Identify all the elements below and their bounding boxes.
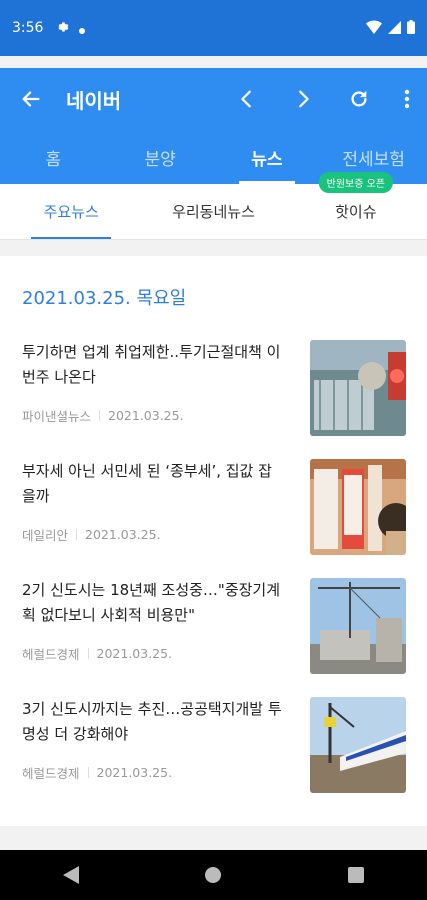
- more-vert-icon: [404, 89, 410, 109]
- news-item[interactable]: 2기 신도시는 18년째 조성중…"중장기계획 없다보니 사회적 비용만" 헤럴…: [22, 578, 406, 674]
- chevron-right-icon: [299, 90, 309, 108]
- status-bar: 3:56: [0, 0, 427, 56]
- system-recents-button[interactable]: [326, 850, 386, 900]
- news-source: 헤럴드경제: [22, 766, 80, 781]
- news-meta: 헤럴드경제 2021.03.25.: [22, 763, 172, 782]
- news-subtabs: 주요뉴스 우리동네뉴스 핫이슈 반원보증 오픈: [0, 172, 427, 240]
- subtab-local-news[interactable]: 우리동네뉴스: [142, 184, 284, 239]
- subtab-main-news[interactable]: 주요뉴스: [0, 184, 142, 239]
- news-title: 부자세 아닌 서민세 된 ‘종부세’, 집값 잡을까: [22, 462, 272, 505]
- news-thumbnail: [310, 459, 406, 555]
- app-bar: 네이버: [0, 68, 427, 130]
- battery-icon: [407, 19, 415, 38]
- news-meta: 파이낸셜뉴스 2021.03.25.: [22, 406, 184, 425]
- refresh-button[interactable]: [331, 68, 387, 130]
- square-recents-icon: [347, 867, 364, 883]
- system-home-button[interactable]: [183, 850, 243, 900]
- news-meta: 헤럴드경제 2021.03.25.: [22, 644, 172, 663]
- refresh-icon: [351, 90, 367, 107]
- system-nav-bar: [0, 850, 427, 900]
- nav-forward-button[interactable]: [275, 68, 331, 130]
- wifi-icon: [366, 19, 382, 38]
- subtab-label: 우리동네뉴스: [172, 203, 255, 221]
- tab-presale[interactable]: 분양: [107, 130, 214, 184]
- news-item[interactable]: 투기하면 업계 취업제한..투기근절대책 이번주 나온다 파이낸셜뉴스 2021…: [22, 340, 406, 436]
- news-thumbnail: [310, 578, 406, 674]
- tab-home[interactable]: 홈: [0, 130, 107, 184]
- news-meta: 데일리안 2021.03.25.: [22, 525, 161, 544]
- news-title: 투기하면 업계 취업제한..투기근절대책 이번주 나온다: [22, 343, 281, 386]
- system-back-button[interactable]: [41, 850, 101, 900]
- subtab-hot-issue[interactable]: 핫이슈 반원보증 오픈: [285, 172, 427, 239]
- news-source: 헤럴드경제: [22, 647, 80, 662]
- page-title: 네이버: [66, 88, 122, 113]
- tab-news[interactable]: 뉴스: [214, 130, 321, 184]
- news-date: 2021.03.25.: [96, 646, 173, 661]
- news-title: 2기 신도시는 18년째 조성중…"중장기계획 없다보니 사회적 비용만": [22, 581, 281, 624]
- circle-home-icon: [205, 867, 222, 883]
- news-item[interactable]: 부자세 아닌 서민세 된 ‘종부세’, 집값 잡을까 데일리안 2021.03.…: [22, 459, 406, 555]
- subtab-label: 핫이슈: [335, 203, 377, 221]
- new-badge: 반원보증 오픈: [318, 172, 394, 193]
- more-menu-button[interactable]: [387, 68, 427, 130]
- back-button[interactable]: [0, 68, 62, 130]
- nav-back-button[interactable]: [219, 68, 275, 130]
- arrow-left-icon: [22, 91, 40, 107]
- notification-dot-icon: [79, 19, 86, 38]
- news-date: 2021.03.25.: [108, 408, 184, 423]
- subtab-label: 주요뉴스: [43, 203, 99, 221]
- news-title: 3기 신도시까지는 추진…공공택지개발 투명성 더 강화해야: [22, 700, 282, 743]
- news-source: 데일리안: [22, 528, 69, 543]
- settings-icon: [55, 19, 69, 38]
- news-date: 2021.03.25.: [85, 527, 161, 542]
- triangle-back-icon: [63, 866, 80, 884]
- news-list: 2021.03.25. 목요일 투기하면 업계 취업제한..투기근절대책 이번주…: [0, 256, 427, 826]
- news-thumbnail: [310, 340, 406, 436]
- news-thumbnail: [310, 697, 406, 793]
- status-time: 3:56: [12, 20, 44, 36]
- news-item[interactable]: 3기 신도시까지는 추진…공공택지개발 투명성 더 강화해야 헤럴드경제 202…: [22, 697, 406, 793]
- chevron-left-icon: [241, 90, 251, 108]
- news-date: 2021.03.25.: [96, 765, 173, 780]
- signal-icon: [388, 19, 401, 38]
- date-heading: 2021.03.25. 목요일: [22, 288, 187, 309]
- news-source: 파이낸셜뉴스: [22, 409, 92, 424]
